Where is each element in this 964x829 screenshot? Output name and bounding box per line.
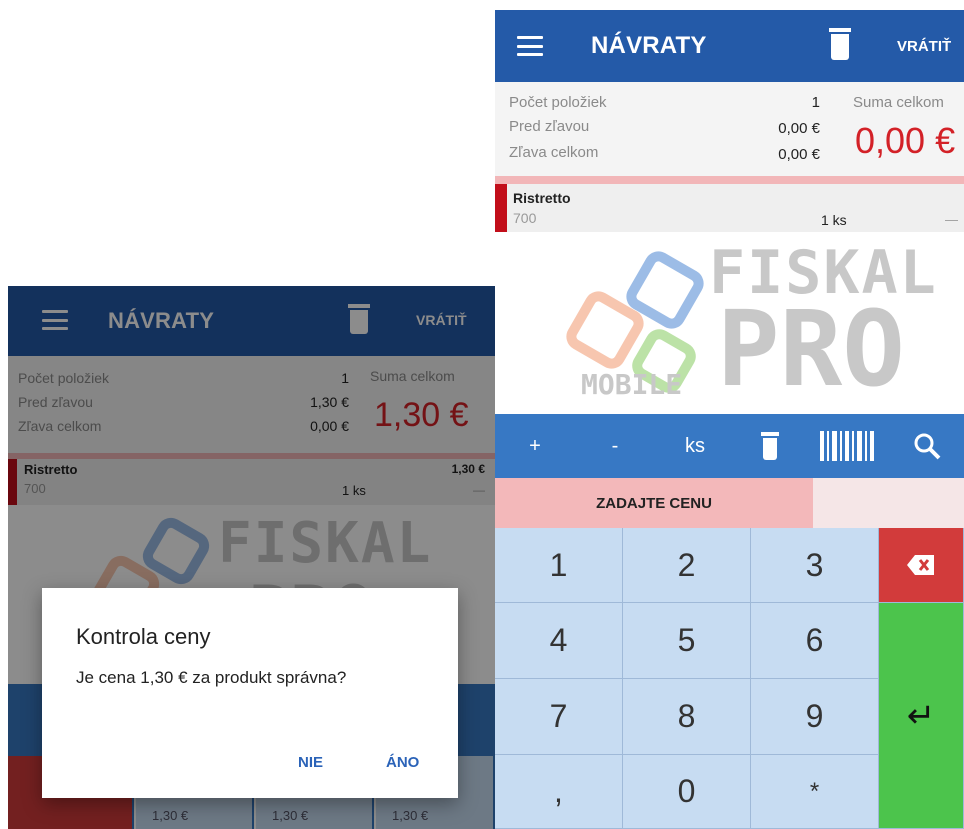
plus-button[interactable]: + — [495, 414, 575, 478]
left-screen: NÁVRATY VRÁTIŤ Počet položiek 1 Pred zľa… — [8, 286, 495, 829]
logo-pro-text: PRO — [717, 288, 905, 410]
trash-icon[interactable] — [829, 28, 851, 60]
item-flag — [495, 184, 507, 232]
no-button[interactable]: NIE — [298, 754, 323, 771]
price-input[interactable] — [813, 478, 964, 528]
trash-icon[interactable] — [735, 414, 805, 478]
key-7[interactable]: 7 — [495, 679, 623, 755]
before-discount-value: 0,00 € — [778, 120, 820, 137]
count-value: 1 — [811, 94, 820, 111]
search-icon[interactable] — [889, 414, 964, 478]
key-2[interactable]: 2 — [623, 528, 751, 603]
numeric-keypad: 1 2 3 4 5 6 7 8 9 ↵ , 0 * — [495, 528, 964, 829]
page-title: NÁVRATY — [591, 32, 707, 59]
price-entry-row: ZADAJTE CENU — [495, 478, 964, 528]
count-label: Počet položiek — [509, 94, 607, 111]
enter-key[interactable]: ↵ — [879, 603, 964, 829]
price-check-dialog: Kontrola ceny Je cena 1,30 € za produkt … — [42, 588, 458, 798]
menu-icon[interactable] — [517, 36, 543, 56]
list-item[interactable]: Ristretto 700 1 ks — — [495, 184, 964, 232]
item-quantity: 1 ks — [821, 212, 847, 228]
key-1[interactable]: 1 — [495, 528, 623, 603]
key-4[interactable]: 4 — [495, 603, 623, 679]
key-star[interactable]: * — [751, 755, 879, 829]
backspace-key[interactable] — [879, 528, 964, 603]
app-bar: NÁVRATY VRÁTIŤ — [495, 10, 964, 82]
key-5[interactable]: 5 — [623, 603, 751, 679]
total-label: Suma celkom — [853, 94, 944, 111]
unit-button[interactable]: ks — [655, 414, 735, 478]
discount-label: Zľava celkom — [509, 144, 599, 161]
item-name: Ristretto — [513, 190, 571, 206]
divider — [495, 176, 964, 184]
item-dash: — — [945, 212, 958, 227]
item-code: 700 — [513, 210, 537, 226]
dialog-title: Kontrola ceny — [76, 624, 211, 649]
key-8[interactable]: 8 — [623, 679, 751, 755]
price-prompt: ZADAJTE CENU — [495, 478, 813, 528]
discount-value: 0,00 € — [778, 146, 820, 163]
dialog-message: Je cena 1,30 € za produkt správna? — [76, 668, 347, 687]
backspace-icon — [907, 555, 934, 575]
logo-mobile-text: MOBILE — [581, 368, 683, 401]
barcode-icon[interactable] — [805, 414, 889, 478]
return-button[interactable]: VRÁTIŤ — [897, 38, 951, 55]
key-comma[interactable]: , — [495, 755, 623, 829]
key-6[interactable]: 6 — [751, 603, 879, 679]
key-9[interactable]: 9 — [751, 679, 879, 755]
right-screen: NÁVRATY VRÁTIŤ Počet položiek 1 Pred zľa… — [495, 10, 964, 829]
key-0[interactable]: 0 — [623, 755, 751, 829]
minus-button[interactable]: - — [575, 414, 655, 478]
keypad-toolbar: + - ks — [495, 414, 964, 478]
key-3[interactable]: 3 — [751, 528, 879, 603]
summary-panel: Počet položiek 1 Pred zľavou 0,00 € Zľav… — [495, 82, 964, 176]
total-value: 0,00 € — [855, 120, 956, 161]
yes-button[interactable]: ÁNO — [386, 754, 419, 771]
fiskal-pro-logo: FISKAL PRO MOBILE — [561, 236, 961, 410]
before-discount-label: Pred zľavou — [509, 118, 590, 135]
